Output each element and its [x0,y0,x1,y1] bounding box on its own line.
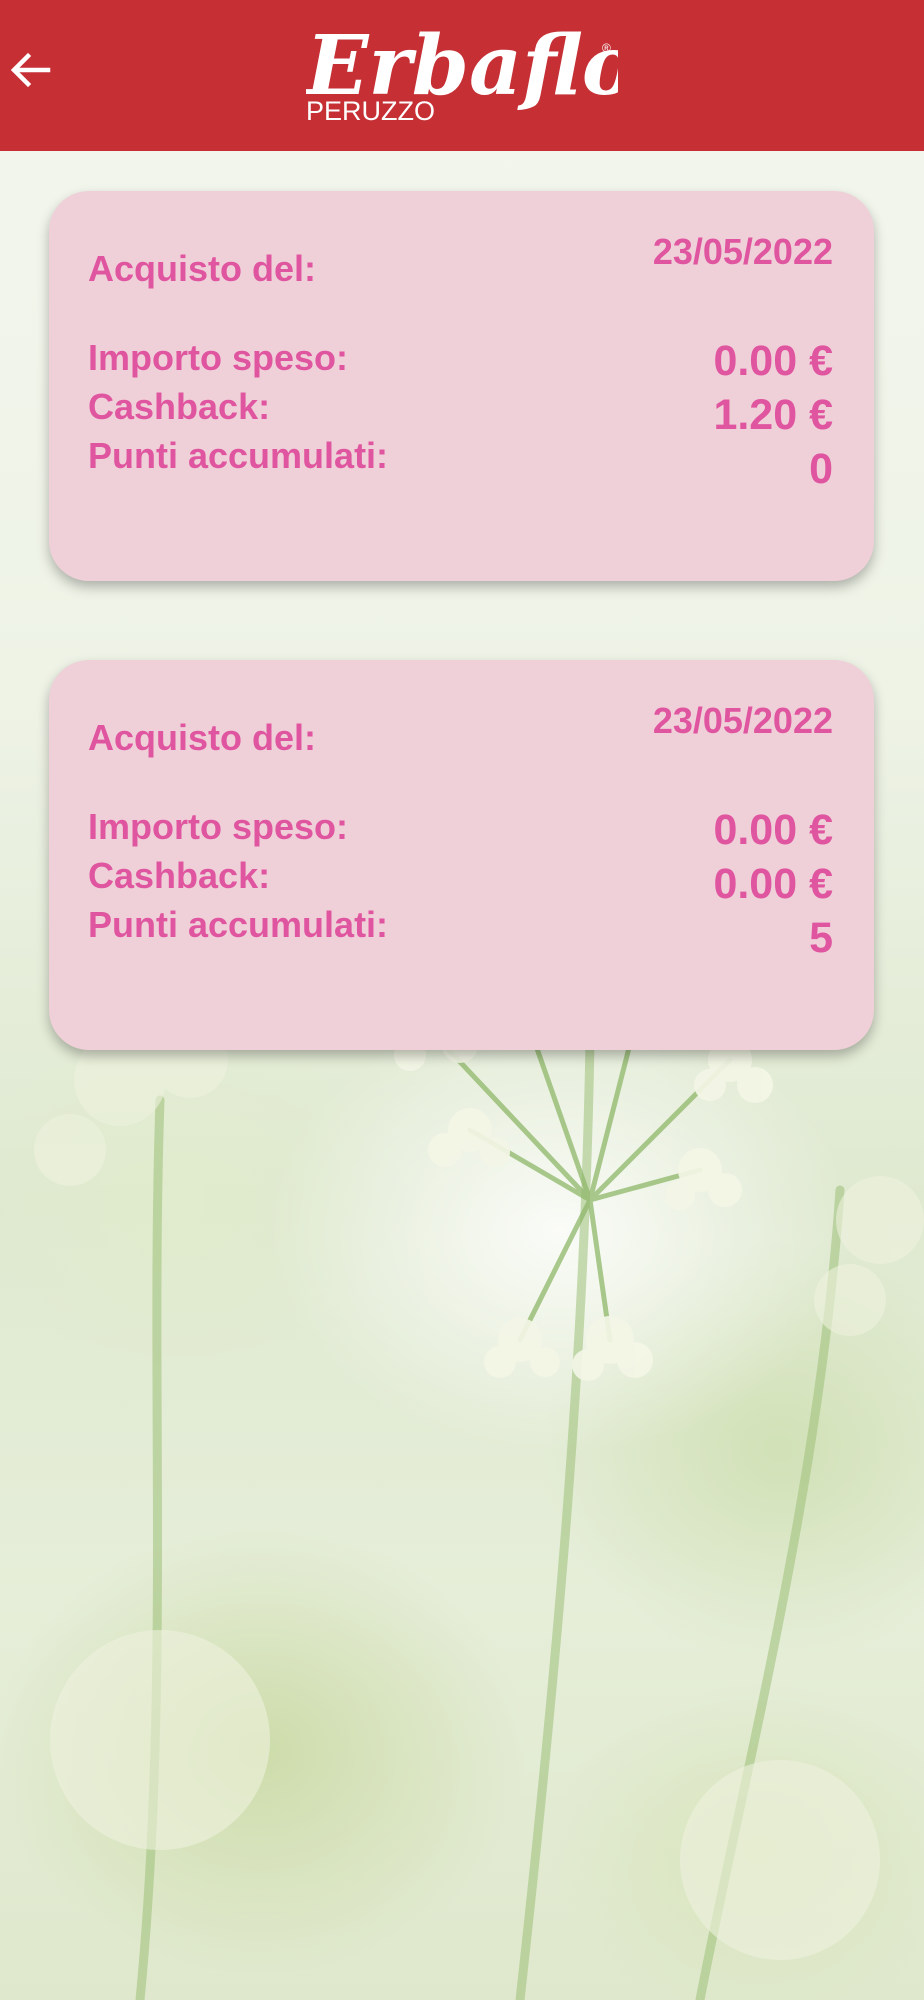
cashback-label: Cashback: [88,386,271,427]
amount-spent-label: Importo speso: [88,806,349,847]
purchase-date-label: Acquisto del: [88,717,317,758]
points-earned-value: 5 [809,914,833,962]
purchase-card: 23/05/2022 Acquisto del: Importo speso: … [49,191,874,581]
back-button[interactable] [4,44,56,96]
erbaflor-logo: Erbaflor PERUZZO ® [306,18,618,128]
points-earned-value: 0 [809,445,833,493]
purchase-card: 23/05/2022 Acquisto del: Importo speso: … [49,660,874,1050]
arrow-left-icon [10,52,51,88]
app-header: Erbaflor PERUZZO ® [0,0,924,151]
amount-spent-label: Importo speso: [88,337,349,378]
purchase-date-label: Acquisto del: [88,248,317,289]
points-earned-label: Punti accumulati: [88,904,389,945]
points-earned-label: Punti accumulati: [88,435,389,476]
flower-background-image [34,1040,924,2000]
logo-subtitle-text: PERUZZO [306,96,435,126]
amount-spent-value: 0.00 € [713,337,833,385]
purchase-date: 23/05/2022 [652,231,833,272]
purchase-date: 23/05/2022 [652,700,833,741]
logo-registered-mark: ® [602,41,611,55]
cashback-value: 0.00 € [713,860,833,908]
cashback-value: 1.20 € [713,391,833,439]
cashback-label: Cashback: [88,855,271,896]
amount-spent-value: 0.00 € [713,806,833,854]
